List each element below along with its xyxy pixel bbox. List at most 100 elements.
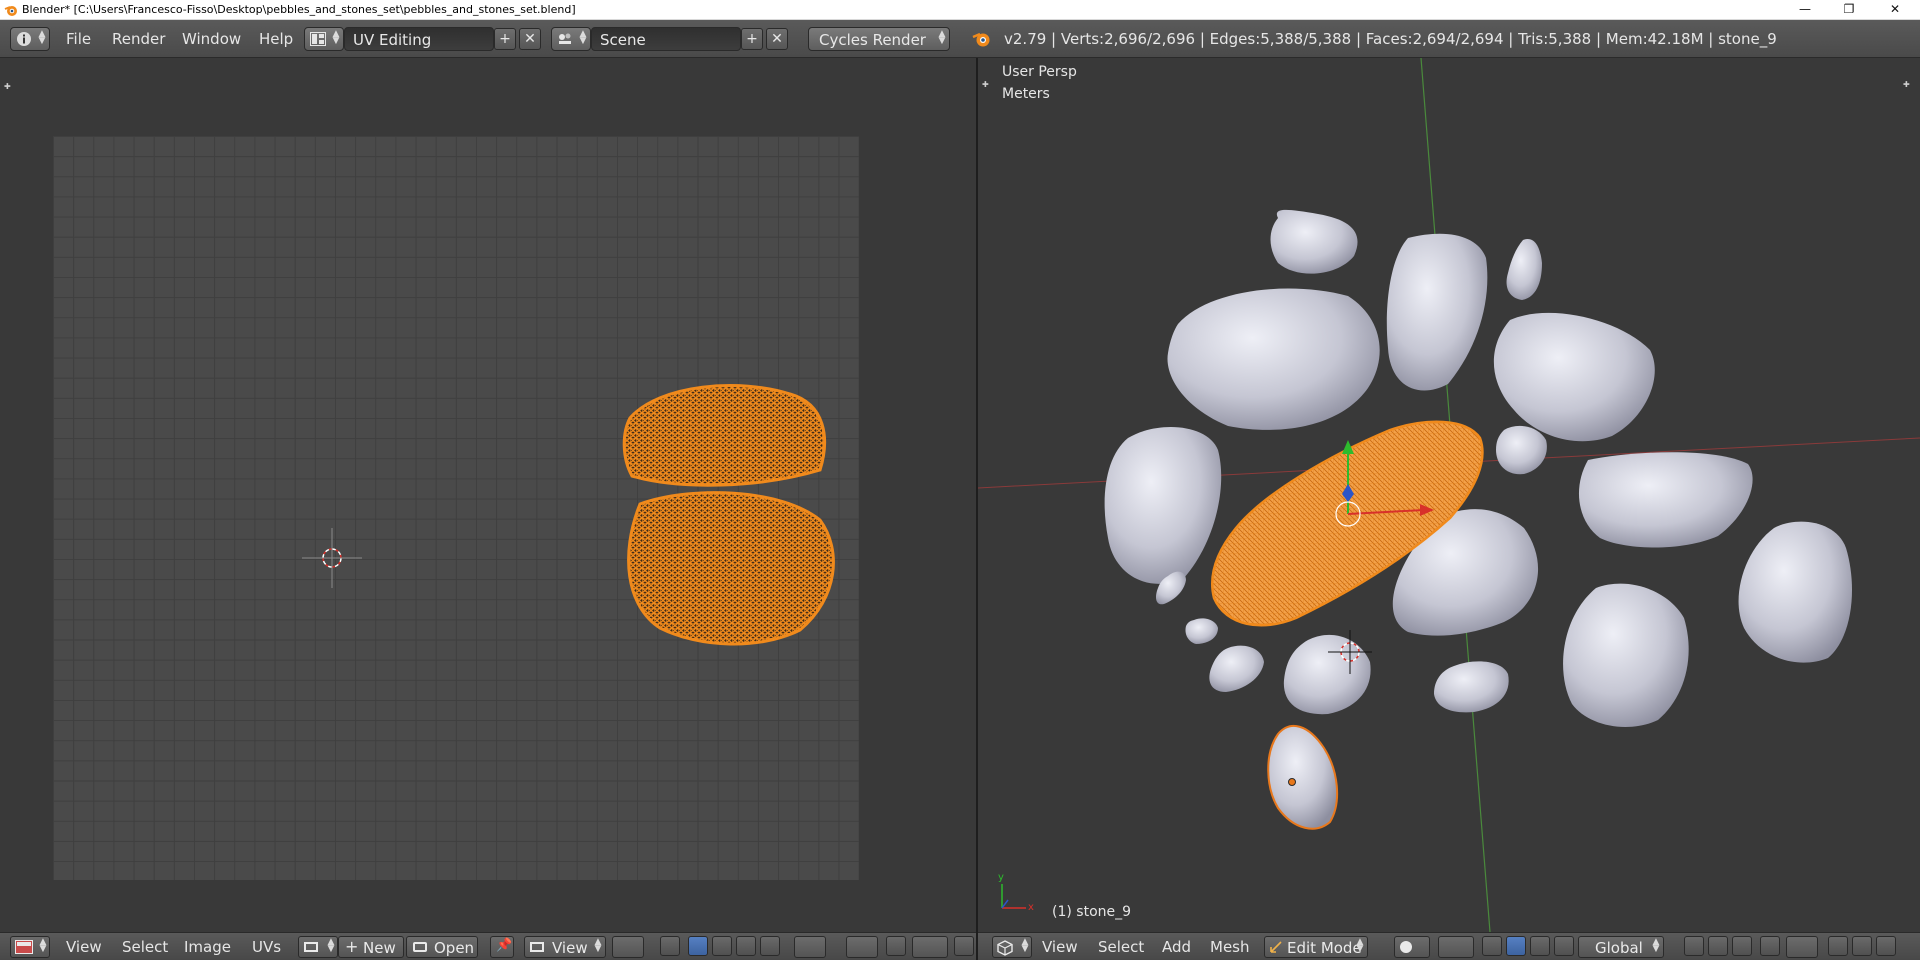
open-image-button[interactable]: Open xyxy=(406,936,478,958)
pin-image-button[interactable]: 📌 xyxy=(490,936,514,958)
maximize-button[interactable]: ❐ xyxy=(1826,0,1872,20)
uv-menu-uvs[interactable]: UVs xyxy=(252,938,281,956)
stone[interactable] xyxy=(1167,288,1380,430)
snap-toggle[interactable] xyxy=(886,936,906,956)
menu-window[interactable]: Window xyxy=(182,30,241,48)
new-image-button[interactable]: + New xyxy=(338,936,404,958)
dropdown-arrows-icon: ▲ ▼ xyxy=(332,29,340,46)
editor-type-selector[interactable]: ▲ ▼ xyxy=(10,936,50,958)
proportional-edit-toggle[interactable] xyxy=(1760,936,1780,956)
pivot-point-dropdown[interactable] xyxy=(1438,936,1474,958)
stone[interactable] xyxy=(1578,452,1753,548)
translate-manipulator[interactable] xyxy=(1506,936,1526,956)
rotate-manipulator[interactable] xyxy=(1530,936,1550,956)
view-icon xyxy=(530,942,544,952)
screen-layout-button[interactable]: ▲ ▼ xyxy=(304,27,344,51)
active-object-outline[interactable] xyxy=(1267,725,1339,830)
menu-help[interactable]: Help xyxy=(259,30,293,48)
uv-island-top[interactable] xyxy=(622,384,827,487)
menu-render[interactable]: Render xyxy=(112,30,165,48)
remove-layout-button[interactable]: ✕ xyxy=(519,28,541,50)
stone[interactable] xyxy=(1506,238,1542,300)
add-icon: + xyxy=(499,31,511,47)
active-channel-button[interactable] xyxy=(954,936,974,956)
layout-name-field[interactable]: UV Editing xyxy=(344,27,494,51)
proportional-falloff-dropdown[interactable] xyxy=(1786,936,1818,958)
layout-name: UV Editing xyxy=(353,31,432,49)
pivot-point-dropdown[interactable] xyxy=(612,936,644,958)
view-mode-dropdown[interactable]: View ▲ ▼ xyxy=(524,936,606,958)
add-layout-button[interactable]: + xyxy=(494,28,516,50)
dropdown-arrows-icon: ▲ ▼ xyxy=(38,29,46,46)
face-select-mode[interactable] xyxy=(736,936,756,956)
orientation-label: Global xyxy=(1595,939,1643,957)
scale-manipulator[interactable] xyxy=(1554,936,1574,956)
add-icon: + xyxy=(345,937,359,956)
stone[interactable] xyxy=(1386,233,1488,391)
sticky-selection-dropdown[interactable] xyxy=(794,936,826,958)
proportional-edit-dropdown[interactable] xyxy=(846,936,878,958)
mesh-select-mode-button[interactable] xyxy=(1876,936,1896,956)
dropdown-arrows-icon: ▲ ▼ xyxy=(594,937,602,954)
stone[interactable] xyxy=(1496,425,1547,475)
dropdown-arrows-icon: ▲ ▼ xyxy=(1021,937,1029,954)
view3d-menu-mesh[interactable]: Mesh xyxy=(1210,938,1250,956)
mode-label: Edit Mode xyxy=(1287,939,1362,957)
stone[interactable] xyxy=(1493,312,1655,442)
uv-menu-view[interactable]: View xyxy=(66,938,102,956)
remove-scene-button[interactable]: ✕ xyxy=(766,28,788,50)
stone[interactable] xyxy=(1738,521,1852,663)
snap-element-button[interactable] xyxy=(1852,936,1872,956)
interaction-mode-dropdown[interactable]: Edit Mode ▲ ▼ xyxy=(1264,936,1368,958)
minimize-button[interactable]: — xyxy=(1782,0,1828,20)
scene-selector-button[interactable]: ▲ ▼ xyxy=(551,27,591,51)
solid-shading-icon xyxy=(1400,941,1412,953)
stone[interactable] xyxy=(1104,426,1222,584)
view3d-menu-add[interactable]: Add xyxy=(1162,938,1191,956)
sync-selection-toggle[interactable] xyxy=(660,936,680,956)
layer-button[interactable] xyxy=(1684,936,1704,956)
edge-select-mode[interactable] xyxy=(712,936,732,956)
uv-island-bottom[interactable] xyxy=(627,491,835,646)
layer-button[interactable] xyxy=(1732,936,1752,956)
menu-file[interactable]: File xyxy=(66,30,91,48)
uv-menu-select[interactable]: Select xyxy=(122,938,168,956)
manipulator-toggle[interactable] xyxy=(1482,936,1502,956)
edit-mode-icon xyxy=(1270,941,1282,953)
object-origin-icon xyxy=(1288,778,1296,786)
stone[interactable] xyxy=(1209,645,1264,692)
view3d-icon xyxy=(997,940,1013,956)
dropdown-arrows-icon: ▲ ▼ xyxy=(579,29,587,46)
transform-orientation-dropdown[interactable]: Global ▲ ▼ xyxy=(1578,936,1664,958)
snap-element-dropdown[interactable] xyxy=(912,936,948,958)
island-select-mode[interactable] xyxy=(760,936,780,956)
dropdown-arrows-icon: ▲ ▼ xyxy=(938,29,946,46)
add-scene-button[interactable]: + xyxy=(741,28,763,50)
image-browse-button[interactable]: ▲ ▼ xyxy=(298,936,338,958)
stone[interactable] xyxy=(1434,661,1509,713)
scene-name-field[interactable]: Scene xyxy=(591,27,741,51)
close-window-button[interactable]: ✕ xyxy=(1872,0,1918,20)
stone[interactable] xyxy=(1270,209,1358,274)
render-engine-dropdown[interactable]: Cycles Render ▲ ▼ xyxy=(808,27,950,51)
uv-menu-image[interactable]: Image xyxy=(184,938,231,956)
stone[interactable] xyxy=(1563,583,1689,727)
close-icon: ✕ xyxy=(524,31,536,47)
view3d-menu-select[interactable]: Select xyxy=(1098,938,1144,956)
editor-type-selector[interactable]: ▲ ▼ xyxy=(992,936,1032,958)
viewport-canvas[interactable]: y x xyxy=(978,58,1920,932)
snap-toggle[interactable] xyxy=(1828,936,1848,956)
stone[interactable] xyxy=(1185,618,1218,644)
dropdown-arrows-icon: ▲ ▼ xyxy=(1652,937,1660,954)
editor-type-selector[interactable]: ▲ ▼ xyxy=(10,27,50,51)
viewport-shading-dropdown[interactable] xyxy=(1394,936,1430,958)
view3d-menu-view[interactable]: View xyxy=(1042,938,1078,956)
new-label: New xyxy=(363,939,396,957)
dropdown-arrows-icon: ▲ ▼ xyxy=(327,937,335,954)
image-icon xyxy=(304,942,318,952)
2d-cursor-icon[interactable] xyxy=(302,528,362,588)
scene-name: Scene xyxy=(600,31,646,49)
layer-button[interactable] xyxy=(1708,936,1728,956)
uv-canvas[interactable] xyxy=(0,58,976,932)
vertex-select-mode[interactable] xyxy=(688,936,708,956)
